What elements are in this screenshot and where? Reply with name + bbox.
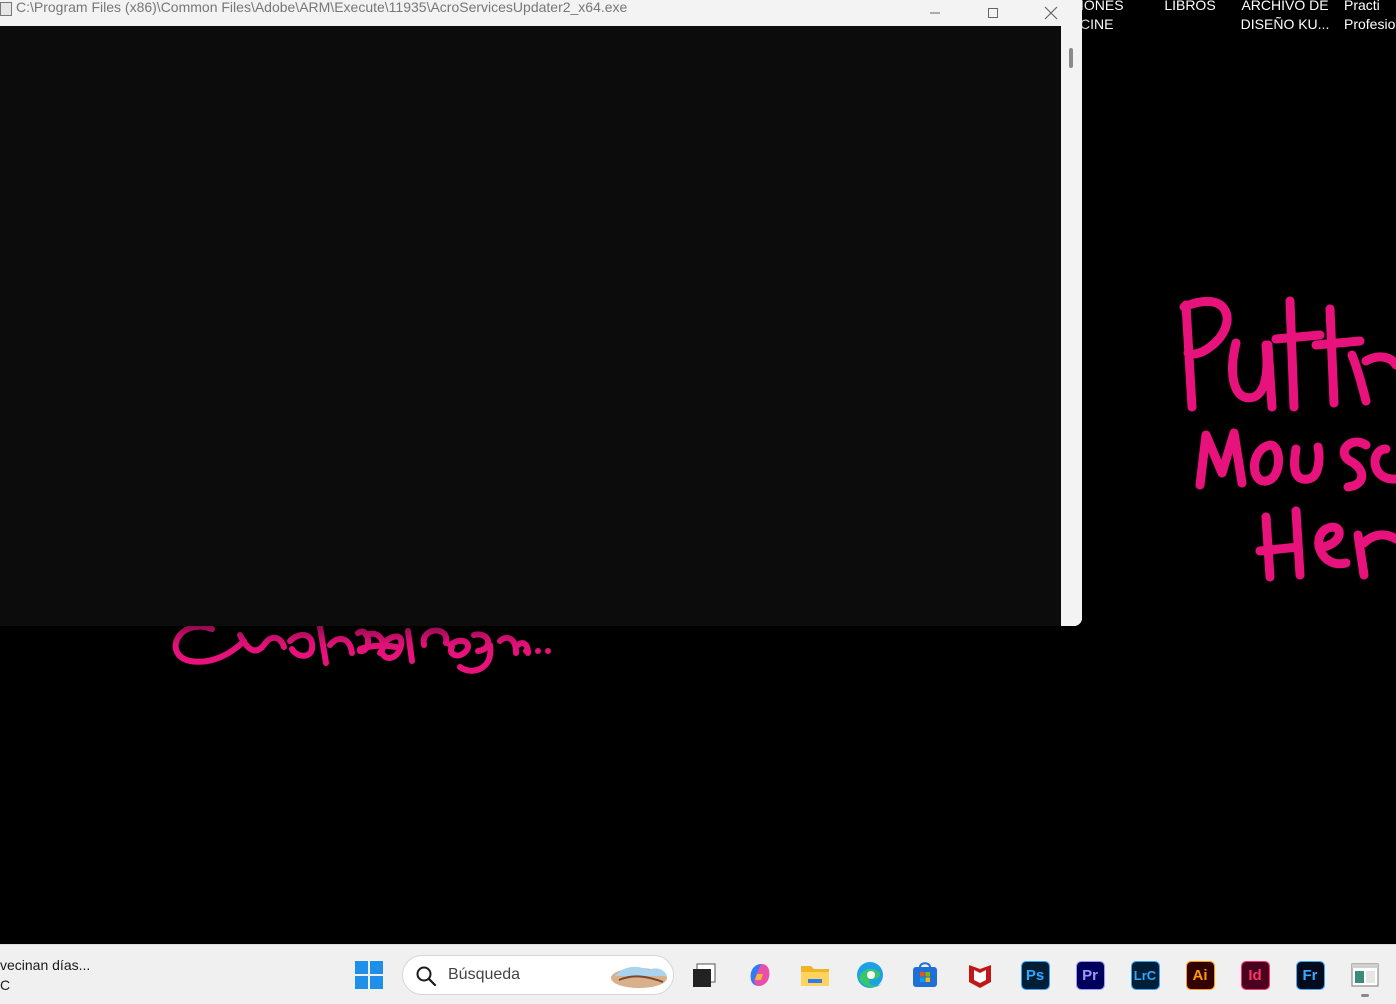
search-placeholder: Búsqueda	[448, 966, 521, 983]
task-view-button[interactable]	[684, 955, 724, 995]
fresco-icon: Fr	[1295, 960, 1325, 990]
fresco-button[interactable]: Fr	[1290, 955, 1330, 995]
edge-icon	[857, 962, 883, 988]
desktop-icon-label: Profesio	[1344, 16, 1396, 32]
microsoft-store-button[interactable]	[905, 955, 945, 995]
close-icon	[1044, 6, 1058, 20]
console-app-button[interactable]	[1345, 955, 1385, 995]
task-view-icon	[693, 963, 716, 987]
title-bar[interactable]: C:\Program Files (x86)\Common Files\Adob…	[0, 0, 1082, 26]
window-title: C:\Program Files (x86)\Common Files\Adob…	[16, 0, 628, 15]
search-highlight-icon	[611, 966, 667, 988]
desktop-icon-label: ARCHIVO DE	[1241, 0, 1329, 13]
desktop-icon-label: Practi	[1344, 0, 1380, 13]
weather-sub: C	[0, 977, 11, 993]
indesign-button[interactable]: Id	[1235, 955, 1275, 995]
indesign-icon: Id	[1240, 960, 1270, 990]
weather-text: vecinan días...	[0, 957, 91, 973]
wallpaper-script-right	[1179, 296, 1396, 582]
search-input[interactable]: Búsqueda	[402, 955, 674, 995]
search-icon	[416, 966, 437, 987]
copilot-button[interactable]	[740, 955, 780, 995]
running-indicator	[1361, 994, 1369, 997]
console-output[interactable]	[0, 26, 1061, 626]
windows-logo-icon	[355, 961, 383, 989]
desktop-icon-label: IONES	[1080, 0, 1124, 13]
scrollbar-thumb[interactable]	[1069, 48, 1073, 68]
premiere-icon: Pr	[1075, 960, 1105, 990]
taskbar: vecinan días... C Búsqueda Ps Pr LrC Ai …	[0, 944, 1396, 1004]
premiere-button[interactable]: Pr	[1070, 955, 1110, 995]
lightroom-classic-button[interactable]: LrC	[1125, 955, 1165, 995]
maximize-button[interactable]	[970, 0, 1016, 26]
desktop-icon-practica-profesional[interactable]: Practi Profesio	[1344, 0, 1395, 34]
minimize-icon	[930, 12, 940, 14]
edge-button[interactable]	[850, 955, 890, 995]
desktop-icon-libros[interactable]: LIBROS	[1160, 0, 1220, 15]
photoshop-button[interactable]: Ps	[1015, 955, 1055, 995]
console-window-icon	[1351, 963, 1379, 987]
console-scrollbar[interactable]	[1061, 26, 1082, 626]
illustrator-button[interactable]: Ai	[1180, 955, 1220, 995]
mcafee-button[interactable]	[960, 955, 1000, 995]
desktop-icon-archivo-de-diseno[interactable]: ARCHIVO DE DISEÑO KU...	[1236, 0, 1334, 34]
console-app-icon	[0, 2, 12, 16]
console-window[interactable]: C:\Program Files (x86)\Common Files\Adob…	[0, 0, 1082, 626]
desktop-icon-label: LIBROS	[1164, 0, 1216, 13]
close-button[interactable]	[1028, 0, 1074, 26]
desktop-icon-label: CINE	[1080, 16, 1114, 32]
file-explorer-button[interactable]	[795, 955, 835, 995]
maximize-icon	[988, 8, 998, 18]
mcafee-icon	[969, 965, 991, 988]
desktop: IONES CINE LIBROS ARCHIVO DE DISEÑO KU..…	[0, 0, 1396, 944]
copilot-icon	[750, 964, 770, 986]
lightroom-classic-icon: LrC	[1130, 960, 1160, 990]
minimize-button[interactable]	[912, 0, 958, 26]
folder-icon	[801, 966, 829, 986]
photoshop-icon: Ps	[1020, 960, 1050, 990]
start-button[interactable]	[349, 955, 389, 995]
desktop-icon-iones[interactable]: IONES CINE	[1080, 0, 1124, 34]
desktop-icon-label: DISEÑO KU...	[1240, 16, 1330, 32]
illustrator-icon: Ai	[1185, 960, 1215, 990]
weather-widget[interactable]: vecinan días... C	[0, 955, 90, 995]
store-icon	[913, 962, 937, 987]
